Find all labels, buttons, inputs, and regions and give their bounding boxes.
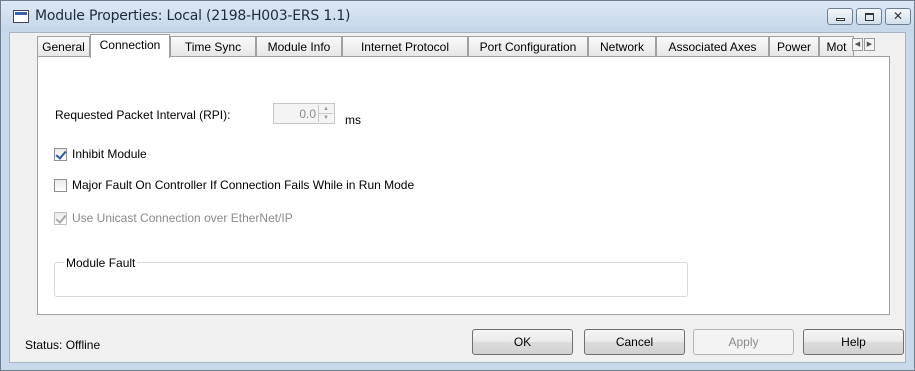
tab-port-configuration[interactable]: Port Configuration [468, 36, 588, 56]
unicast-connection-label: Use Unicast Connection over EtherNet/IP [72, 211, 293, 225]
maximize-button[interactable] [856, 8, 882, 25]
rpi-spinner[interactable]: ▲ ▼ [318, 105, 333, 122]
inhibit-module-label[interactable]: Inhibit Module [72, 147, 147, 161]
rpi-value: 0.0 [299, 107, 316, 121]
status-text: Status: Offline [25, 338, 101, 352]
cancel-button[interactable]: Cancel [584, 329, 685, 355]
tab-scroll-right-icon[interactable]: ▶ [864, 38, 875, 51]
major-fault-label[interactable]: Major Fault On Controller If Connection … [72, 178, 414, 192]
tab-associated-axes[interactable]: Associated Axes [656, 36, 769, 56]
close-icon: ✕ [893, 9, 904, 23]
tab-time-sync[interactable]: Time Sync [170, 36, 256, 56]
rpi-label: Requested Packet Interval (RPI): [55, 108, 231, 122]
tab-internet-protocol[interactable]: Internet Protocol [342, 36, 468, 56]
title-bar[interactable]: Module Properties: Local (2198-H003-ERS … [1, 1, 914, 31]
window-title: Module Properties: Local (2198-H003-ERS … [35, 8, 351, 24]
spin-down-icon[interactable]: ▼ [319, 114, 333, 122]
spin-up-icon[interactable]: ▲ [319, 105, 333, 114]
tab-power[interactable]: Power [769, 36, 819, 56]
close-button[interactable]: ✕ [885, 8, 911, 25]
minimize-icon [836, 18, 845, 21]
window-app-icon[interactable] [13, 10, 29, 23]
inhibit-module-checkbox[interactable] [54, 148, 67, 161]
maximize-icon [865, 13, 874, 21]
tab-motor[interactable]: Mot [819, 36, 854, 56]
module-fault-groupbox [54, 262, 688, 297]
tab-module-info[interactable]: Module Info [256, 36, 342, 56]
major-fault-checkbox[interactable] [54, 179, 67, 192]
module-fault-title: Module Fault [64, 256, 138, 270]
unicast-connection-checkbox [54, 212, 67, 225]
tab-strip: General Connection Time Sync Module Info… [30, 34, 890, 58]
minimize-button[interactable] [827, 8, 853, 25]
rpi-unit-label: ms [345, 113, 361, 127]
rpi-input[interactable]: 0.0 ▲ ▼ [273, 103, 335, 124]
apply-button[interactable]: Apply [693, 329, 794, 355]
tab-scroll-left-icon[interactable]: ◀ [852, 38, 863, 51]
help-button[interactable]: Help [803, 329, 904, 355]
tab-network[interactable]: Network [588, 36, 656, 56]
ok-button[interactable]: OK [472, 329, 573, 355]
tab-general[interactable]: General [37, 36, 90, 56]
tab-connection[interactable]: Connection [90, 34, 170, 58]
